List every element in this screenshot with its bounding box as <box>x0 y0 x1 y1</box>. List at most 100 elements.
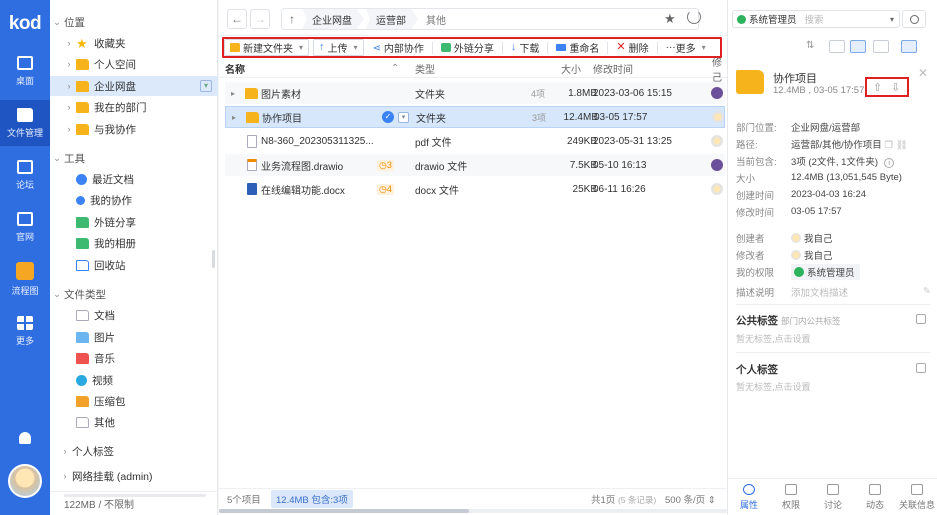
chevron-down-icon[interactable]: ▾ <box>299 43 303 52</box>
col-owner[interactable]: 修己 <box>712 54 727 84</box>
tree-type-image[interactable]: 图片 <box>50 327 218 347</box>
rail-item-files[interactable]: 文件管理 <box>0 100 50 146</box>
row-menu-icon[interactable]: ▾ <box>398 111 409 123</box>
tag-settings-icon[interactable] <box>916 314 926 324</box>
new-folder-button[interactable]: 新建文件夹 ▾ <box>224 39 310 56</box>
tree-type-music[interactable]: 音乐 <box>50 348 218 368</box>
tree-type-doc[interactable]: 文档 <box>50 305 218 325</box>
forward-button[interactable]: → <box>250 9 270 29</box>
link-icon[interactable]: ⛓ <box>896 140 908 151</box>
arrow-down-icon[interactable]: ⇩ <box>891 81 900 94</box>
sort-icon[interactable]: ⇅ <box>806 40 814 51</box>
tab-related[interactable]: 关联信息 <box>896 479 937 515</box>
tab-permissions[interactable]: 权限 <box>770 479 812 515</box>
rail-item-forum[interactable]: 论坛 <box>0 152 50 198</box>
splitter-handle[interactable] <box>212 250 215 268</box>
address-bar: ← → ↑ 企业网盘 运营部 其他 ★ <box>219 0 727 36</box>
user-avatar[interactable] <box>8 464 42 498</box>
add-tag-icon[interactable] <box>916 363 926 373</box>
tree-item-personal[interactable]: › 个人空间 <box>50 54 218 74</box>
col-type[interactable]: 类型 <box>415 61 435 76</box>
breadcrumb-enterprise[interactable]: 企业网盘 <box>302 9 364 29</box>
chevron-down-icon[interactable]: ▾ <box>890 15 894 24</box>
owner-avatar <box>711 159 723 171</box>
tree-section-tools[interactable]: ⌄ 工具 <box>50 148 218 168</box>
star-icon[interactable]: ★ <box>664 11 676 27</box>
list-view-icon[interactable] <box>850 40 866 53</box>
dropdown-toggle-icon[interactable]: ▾ <box>200 80 212 92</box>
tree-network-mount[interactable]: › 网络挂载 (admin) <box>50 466 218 486</box>
rail-item-desktop[interactable]: 桌面 <box>0 48 50 94</box>
tree-item-collab[interactable]: › 与我协作 <box>50 119 218 139</box>
app-logo[interactable]: kod <box>0 0 50 48</box>
tree-type-other[interactable]: 其他 <box>50 412 218 432</box>
tree-item-enterprise[interactable]: › 企业网盘 ▾ <box>50 76 218 96</box>
upload-button[interactable]: ↑ 上传 ▾ <box>313 39 364 56</box>
horizontal-scrollbar[interactable] <box>219 509 727 513</box>
close-icon[interactable]: ✕ <box>918 66 928 80</box>
folder-icon <box>17 107 33 122</box>
table-row[interactable]: ▸ 协作项目 ✓ ▾ 文件夹 3项 12.4MB 03-05 17:57 <box>225 106 725 128</box>
delete-button[interactable]: ✕ 删除 <box>611 39 653 56</box>
table-row[interactable]: ▸ 图片素材 文件夹 4项 1.8MB 2023-03-06 15:15 <box>225 82 725 104</box>
scroll-thumb[interactable] <box>219 509 469 513</box>
back-button[interactable]: ← <box>227 9 247 29</box>
chevron-down-icon[interactable]: ▾ <box>354 43 358 52</box>
rail-item-flowchart[interactable]: 流程图 <box>0 256 50 302</box>
user-selector[interactable]: 系统管理员 搜索 ▾ <box>732 10 900 28</box>
table-row[interactable]: 业务流程图.drawio ◷3 drawio 文件 7.5KB 05-10 16… <box>225 154 725 176</box>
tree-tool-recent[interactable]: 最近文档 <box>50 169 218 189</box>
rail-item-more[interactable]: 更多 <box>0 308 50 354</box>
tree-item-favorites[interactable]: › ★ 收藏夹 <box>50 33 218 53</box>
divider <box>547 41 549 54</box>
per-page-select[interactable]: 500 条/页 ⇕ <box>665 492 716 506</box>
tab-discussion[interactable]: 讨论 <box>812 479 854 515</box>
chevron-right-icon[interactable]: ▸ <box>231 89 235 98</box>
tree-type-zip[interactable]: 压缩包 <box>50 391 218 411</box>
tree-type-video[interactable]: 视频 <box>50 370 218 390</box>
tree-tool-share-link[interactable]: 外链分享 <box>50 212 218 232</box>
tree-section-types[interactable]: ⌄ 文件类型 <box>50 284 218 304</box>
public-tags-empty[interactable]: 暂无标签,点击设置 <box>736 332 811 345</box>
search-input[interactable]: 搜索 <box>805 12 824 26</box>
table-row[interactable]: 在线编辑功能.docx ◷4 docx 文件 25KB 06-11 16:26 <box>225 178 725 200</box>
tab-properties[interactable]: 属性 <box>728 479 770 515</box>
split-view-icon[interactable] <box>873 40 889 53</box>
tree-tool-recycle[interactable]: 回收站 <box>50 255 218 275</box>
col-size[interactable]: 大小 <box>561 61 581 76</box>
info-icon[interactable]: i <box>884 157 895 168</box>
grid-view-icon[interactable] <box>829 40 845 53</box>
copy-icon[interactable]: ❐ <box>884 140 893 151</box>
tree-item-my-dept[interactable]: › 我在的部门 <box>50 97 218 117</box>
tree-personal-tags[interactable]: › 个人标签 <box>50 441 218 461</box>
tree-tool-mycollab[interactable]: 我的协作 <box>50 190 218 210</box>
version-badge[interactable]: ◷4 <box>377 183 394 195</box>
chevron-right-icon[interactable]: ▸ <box>232 113 236 122</box>
col-name[interactable]: 名称 <box>225 61 245 76</box>
description-input[interactable]: 添加文档描述 <box>791 285 848 299</box>
tree-tool-album[interactable]: 我的相册 <box>50 233 218 253</box>
breadcrumb-ops[interactable]: 运营部 <box>366 9 418 29</box>
personal-tags-empty[interactable]: 暂无标签,点击设置 <box>736 380 811 393</box>
bell-icon[interactable] <box>19 432 31 444</box>
check-icon[interactable]: ✓ <box>382 111 394 123</box>
tab-activity[interactable]: 动态 <box>854 479 896 515</box>
external-share-button[interactable]: 外链分享 <box>436 39 499 56</box>
version-badge[interactable]: ◷3 <box>377 159 394 171</box>
detail-panel-icon[interactable] <box>901 40 917 53</box>
edit-icon[interactable]: ✎ <box>923 286 931 297</box>
search-button[interactable] <box>902 10 926 28</box>
refresh-icon[interactable] <box>687 10 701 24</box>
breadcrumb-other[interactable]: 其他 <box>420 9 458 29</box>
up-arrow-icon[interactable]: ↑ <box>282 12 302 26</box>
download-button[interactable]: ↓ 下载 <box>506 39 545 56</box>
col-mtime[interactable]: 修改时间 <box>593 61 633 76</box>
more-button[interactable]: ··· 更多 ▾ <box>661 39 711 56</box>
sort-asc-icon[interactable]: ⌃ <box>391 63 399 74</box>
table-row[interactable]: N8-360_202305311325... pdf 文件 249KB 2023… <box>225 130 725 152</box>
rail-item-website[interactable]: 官网 <box>0 204 50 250</box>
tree-section-location[interactable]: ⌄ 位置 <box>50 12 218 32</box>
arrow-up-icon[interactable]: ⇧ <box>873 81 882 94</box>
rename-button[interactable]: 重命名 <box>551 39 604 56</box>
internal-collab-button[interactable]: ⋖ 内部协作 <box>368 39 429 56</box>
